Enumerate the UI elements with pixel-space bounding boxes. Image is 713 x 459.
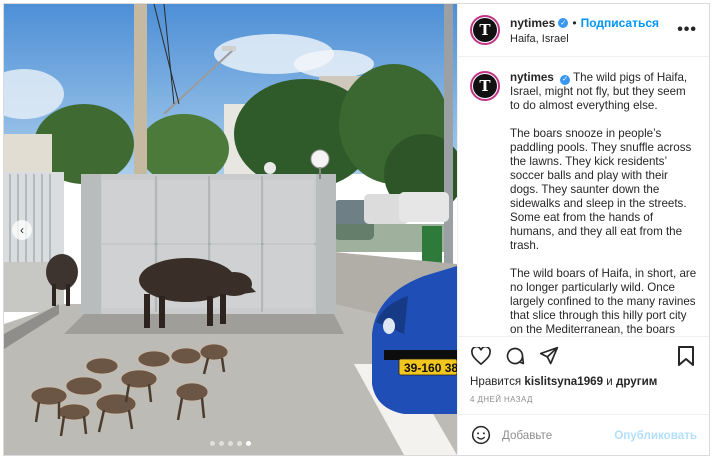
carousel-prev-button[interactable]: ‹ <box>12 220 32 240</box>
carousel-dot-active <box>246 441 251 446</box>
verified-icon: ✓ <box>558 17 569 28</box>
publish-button[interactable]: Опубликовать <box>614 429 697 442</box>
caption-text: nytimes ✓ The wild pigs of Haifa, Israel… <box>510 71 697 336</box>
carousel-dots <box>4 441 457 446</box>
caption-area: T nytimes ✓ The wild pigs of Haifa, Isra… <box>458 57 709 337</box>
likes-line: Нравится kislitsyna1969 и другим <box>458 375 709 391</box>
avatar[interactable]: T <box>470 15 500 45</box>
bookmark-icon[interactable] <box>675 345 697 367</box>
likes-prefix: Нравится <box>470 375 522 388</box>
instagram-post: 39-160 38 ‹ T nytimes ✓ • Подписаться Ha… <box>3 3 710 456</box>
post-photo[interactable]: 39-160 38 ‹ <box>4 4 457 455</box>
username-link[interactable]: nytimes <box>510 16 555 30</box>
emoji-icon[interactable] <box>470 424 492 446</box>
carousel-dot <box>210 441 215 446</box>
location-link[interactable]: Haifa, Israel <box>510 33 677 45</box>
comment-row: Добавьте Опубликовать <box>458 415 709 455</box>
caption-paragraph: The wild boars of Haifa, in short, are n… <box>510 267 697 336</box>
verified-icon: ✓ <box>560 75 571 85</box>
boars-street-image: 39-160 38 <box>4 4 457 455</box>
carousel-dot <box>237 441 242 446</box>
comment-icon[interactable] <box>504 345 526 367</box>
caption-username-link[interactable]: nytimes <box>510 71 554 84</box>
post-header: T nytimes ✓ • Подписаться Haifa, Israel … <box>458 4 709 57</box>
more-icon[interactable]: ••• <box>677 21 697 39</box>
follow-button[interactable]: Подписаться <box>581 16 659 30</box>
carousel-dot <box>219 441 224 446</box>
post-date[interactable]: 4 ДНЕЙ НАЗАД <box>458 391 709 415</box>
caption-paragraph: The boars snooze in people’s paddling po… <box>510 127 692 252</box>
chevron-left-icon: ‹ <box>20 223 24 237</box>
separator-dot: • <box>572 15 577 30</box>
license-plate-text: 39-160 38 <box>404 361 457 375</box>
comment-input[interactable]: Добавьте <box>502 429 614 442</box>
post-sidebar: T nytimes ✓ • Подписаться Haifa, Israel … <box>457 4 709 455</box>
nytimes-logo-icon: T <box>473 74 497 98</box>
action-bar <box>458 337 709 375</box>
nytimes-logo-icon: T <box>473 18 497 42</box>
caption-avatar[interactable]: T <box>470 71 500 101</box>
share-icon[interactable] <box>538 345 560 367</box>
likes-others-link[interactable]: другим <box>616 375 657 388</box>
liker-username-link[interactable]: kislitsyna1969 <box>524 375 603 388</box>
heart-icon[interactable] <box>470 345 492 367</box>
carousel-dot <box>228 441 233 446</box>
likes-and: и <box>606 375 613 388</box>
